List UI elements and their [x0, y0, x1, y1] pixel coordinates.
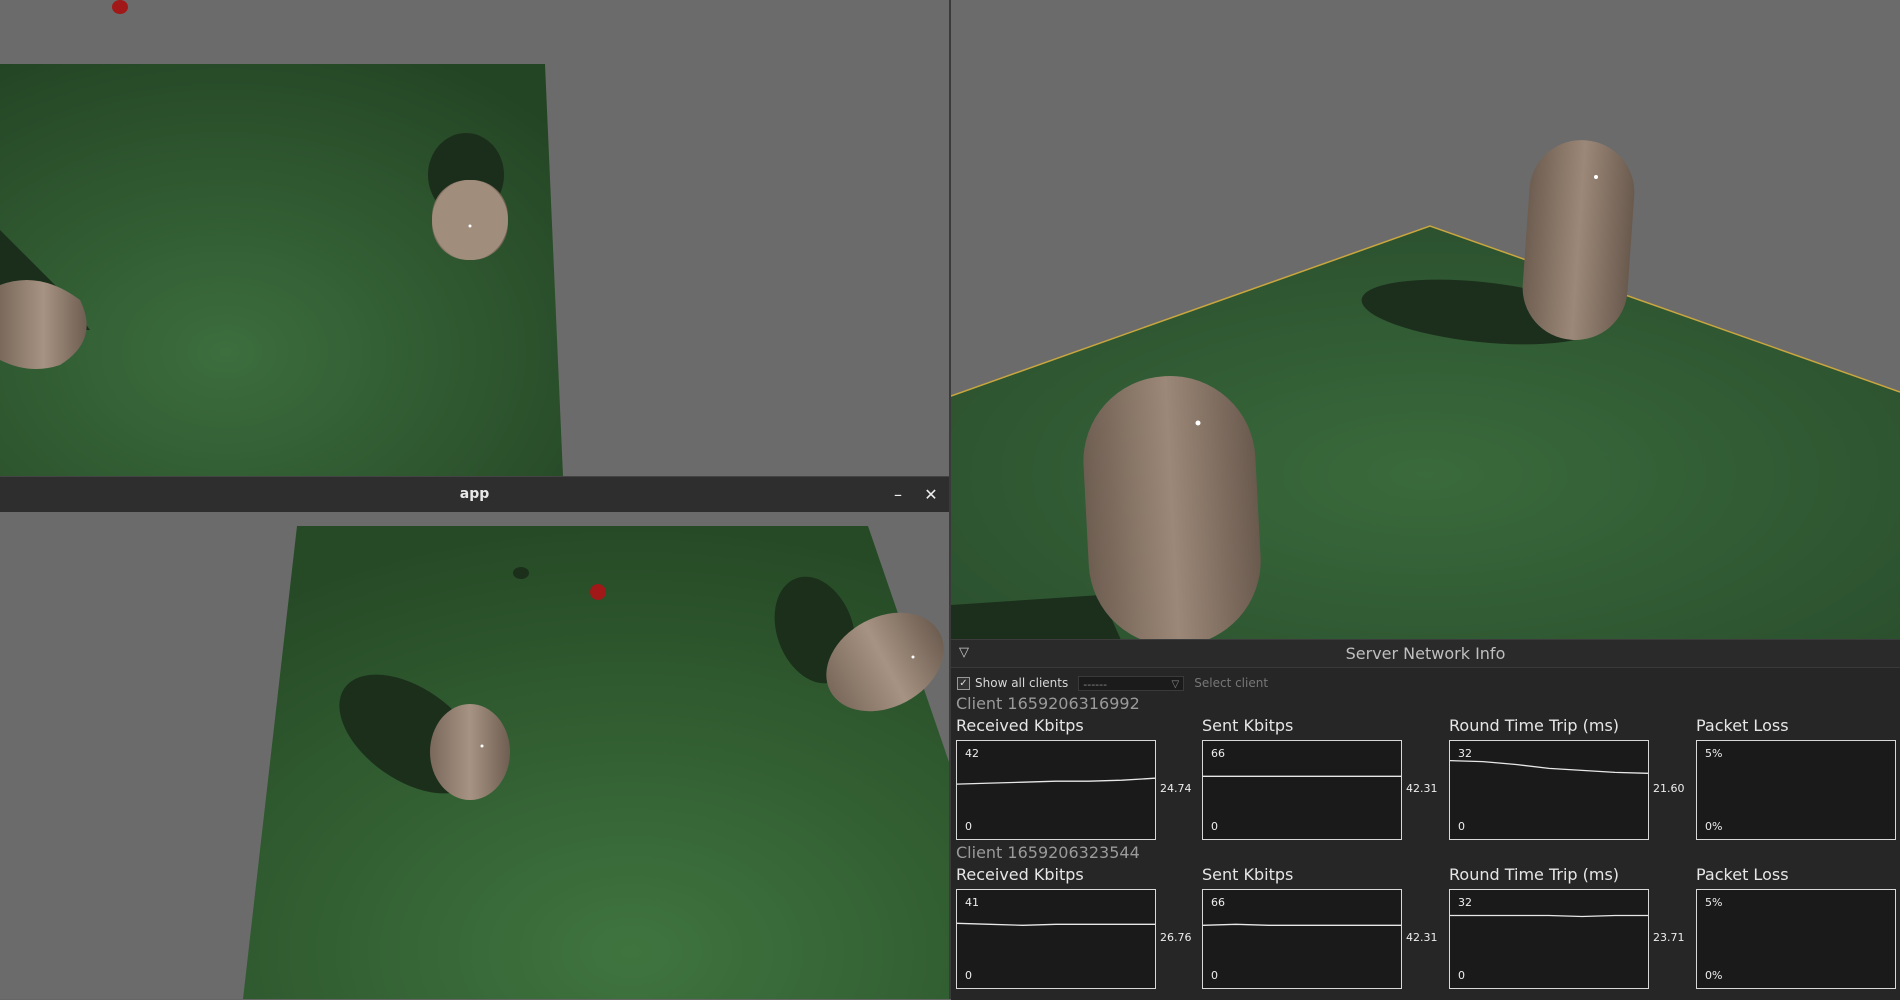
- close-button[interactable]: ✕: [919, 483, 943, 507]
- metric-rtt: Round Time Trip (ms) 32 0 23.71: [1449, 865, 1685, 989]
- metric-sent: Sent Kbitps 66 0 42.31: [1202, 865, 1438, 989]
- red-ball: [590, 584, 606, 600]
- metric-graph: 41 0: [956, 889, 1156, 989]
- trend-line: [1450, 759, 1648, 774]
- close-icon: ✕: [924, 485, 938, 504]
- graph-max: 66: [1211, 896, 1225, 909]
- graph-min: 0%: [1705, 969, 1723, 982]
- metric-title: Round Time Trip (ms): [1449, 865, 1620, 884]
- metric-title: Packet Loss: [1696, 716, 1789, 735]
- metric-graph: 32 0: [1449, 889, 1649, 989]
- client-section: Client 1659206316992 Received Kbitps 42 …: [951, 694, 1900, 841]
- metric-graph: 32 0: [1449, 740, 1649, 840]
- trend-line-svg: [1203, 923, 1401, 926]
- metric-title: Round Time Trip (ms): [1449, 716, 1620, 735]
- scene-right: [951, 140, 1900, 640]
- capsule: [1083, 376, 1261, 640]
- ground-plane: [0, 64, 563, 476]
- metric-graph: 66 0: [1202, 740, 1402, 840]
- metric-title: Received Kbitps: [956, 865, 1084, 884]
- chevron-down-icon: ▽: [1171, 678, 1180, 690]
- metric-title: Sent Kbitps: [1202, 716, 1294, 735]
- show-all-clients-checkbox[interactable]: ✓: [957, 676, 970, 690]
- graph-current: 42.31: [1406, 782, 1438, 795]
- minimize-button[interactable]: –: [886, 483, 910, 507]
- metric-packet-loss: Packet Loss 5% 0%: [1696, 716, 1896, 840]
- window-title: app: [459, 486, 490, 502]
- graph-max: 66: [1211, 747, 1225, 760]
- client-label: Client 1659206323544: [956, 843, 1140, 862]
- window-titlebar[interactable]: app – ✕: [0, 476, 949, 514]
- metric-graph: 5% 0%: [1696, 889, 1896, 989]
- trend-line: [957, 777, 1155, 785]
- graph-min: 0: [965, 969, 972, 982]
- graph-max: 32: [1458, 747, 1472, 760]
- metric-rtt: Round Time Trip (ms) 32 0 21.60: [1449, 716, 1685, 840]
- viewport-bottom-left[interactable]: [0, 512, 949, 999]
- graph-max: 42: [965, 747, 979, 760]
- trend-line: [957, 922, 1155, 926]
- trend-line: [1203, 923, 1401, 926]
- graph-current: 24.74: [1160, 782, 1192, 795]
- graph-max: 41: [965, 896, 979, 909]
- metric-graph: 5% 0%: [1696, 740, 1896, 840]
- graph-current: 42.31: [1406, 931, 1438, 944]
- trend-line-svg: [1203, 775, 1401, 777]
- metric-graph: 42 0: [956, 740, 1156, 840]
- graph-current: 21.60: [1653, 782, 1685, 795]
- graph-max: 5%: [1705, 747, 1723, 760]
- graph-max: 5%: [1705, 896, 1723, 909]
- metric-title: Packet Loss: [1696, 865, 1789, 884]
- viewport-top-left[interactable]: [0, 0, 949, 476]
- trend-line-svg: [1450, 914, 1648, 918]
- scene-bottom-left: [243, 526, 949, 999]
- trend-line-svg: [957, 777, 1155, 785]
- metric-sent: Sent Kbitps 66 0 42.31: [1202, 716, 1438, 840]
- graph-min: 0%: [1705, 820, 1723, 833]
- capsule: [1522, 140, 1635, 340]
- panel-title: Server Network Info: [1345, 644, 1506, 663]
- panel-header[interactable]: ▽ Server Network Info: [951, 640, 1900, 668]
- client-select-value: ------: [1083, 677, 1108, 691]
- server-network-info-panel: ▽ Server Network Info ✓ Show all clients…: [951, 639, 1900, 1000]
- trend-line-svg: [957, 922, 1155, 926]
- scene-top-left: [0, 0, 563, 476]
- graph-min: 0: [965, 820, 972, 833]
- client-label: Client 1659206316992: [956, 694, 1140, 713]
- panel-controls: ✓ Show all clients ------ ▽ Select clien…: [957, 673, 1268, 693]
- metric-title: Received Kbitps: [956, 716, 1084, 735]
- graph-max: 32: [1458, 896, 1472, 909]
- trend-line: [1450, 914, 1648, 918]
- graph-min: 0: [1458, 969, 1465, 982]
- minimize-icon: –: [894, 485, 902, 504]
- capsule: [432, 180, 508, 260]
- select-client-label: Select client: [1194, 676, 1269, 690]
- show-all-clients-label: Show all clients: [975, 676, 1069, 690]
- metric-received: Received Kbitps 41 0 26.76: [956, 865, 1192, 989]
- client-section: Client 1659206323544 Received Kbitps 41 …: [951, 843, 1900, 990]
- capsule: [430, 704, 510, 800]
- graph-min: 0: [1211, 820, 1218, 833]
- graph-current: 23.71: [1653, 931, 1685, 944]
- trend-line-svg: [1450, 759, 1648, 774]
- metric-title: Sent Kbitps: [1202, 865, 1294, 884]
- metric-packet-loss: Packet Loss 5% 0%: [1696, 865, 1896, 989]
- red-ball: [112, 0, 128, 14]
- client-select[interactable]: ------ ▽: [1078, 675, 1185, 691]
- metric-received: Received Kbitps 42 0 24.74: [956, 716, 1192, 840]
- graph-current: 26.76: [1160, 931, 1192, 944]
- viewport-right[interactable]: [951, 0, 1900, 640]
- metric-graph: 66 0: [1202, 889, 1402, 989]
- graph-min: 0: [1458, 820, 1465, 833]
- graph-min: 0: [1211, 969, 1218, 982]
